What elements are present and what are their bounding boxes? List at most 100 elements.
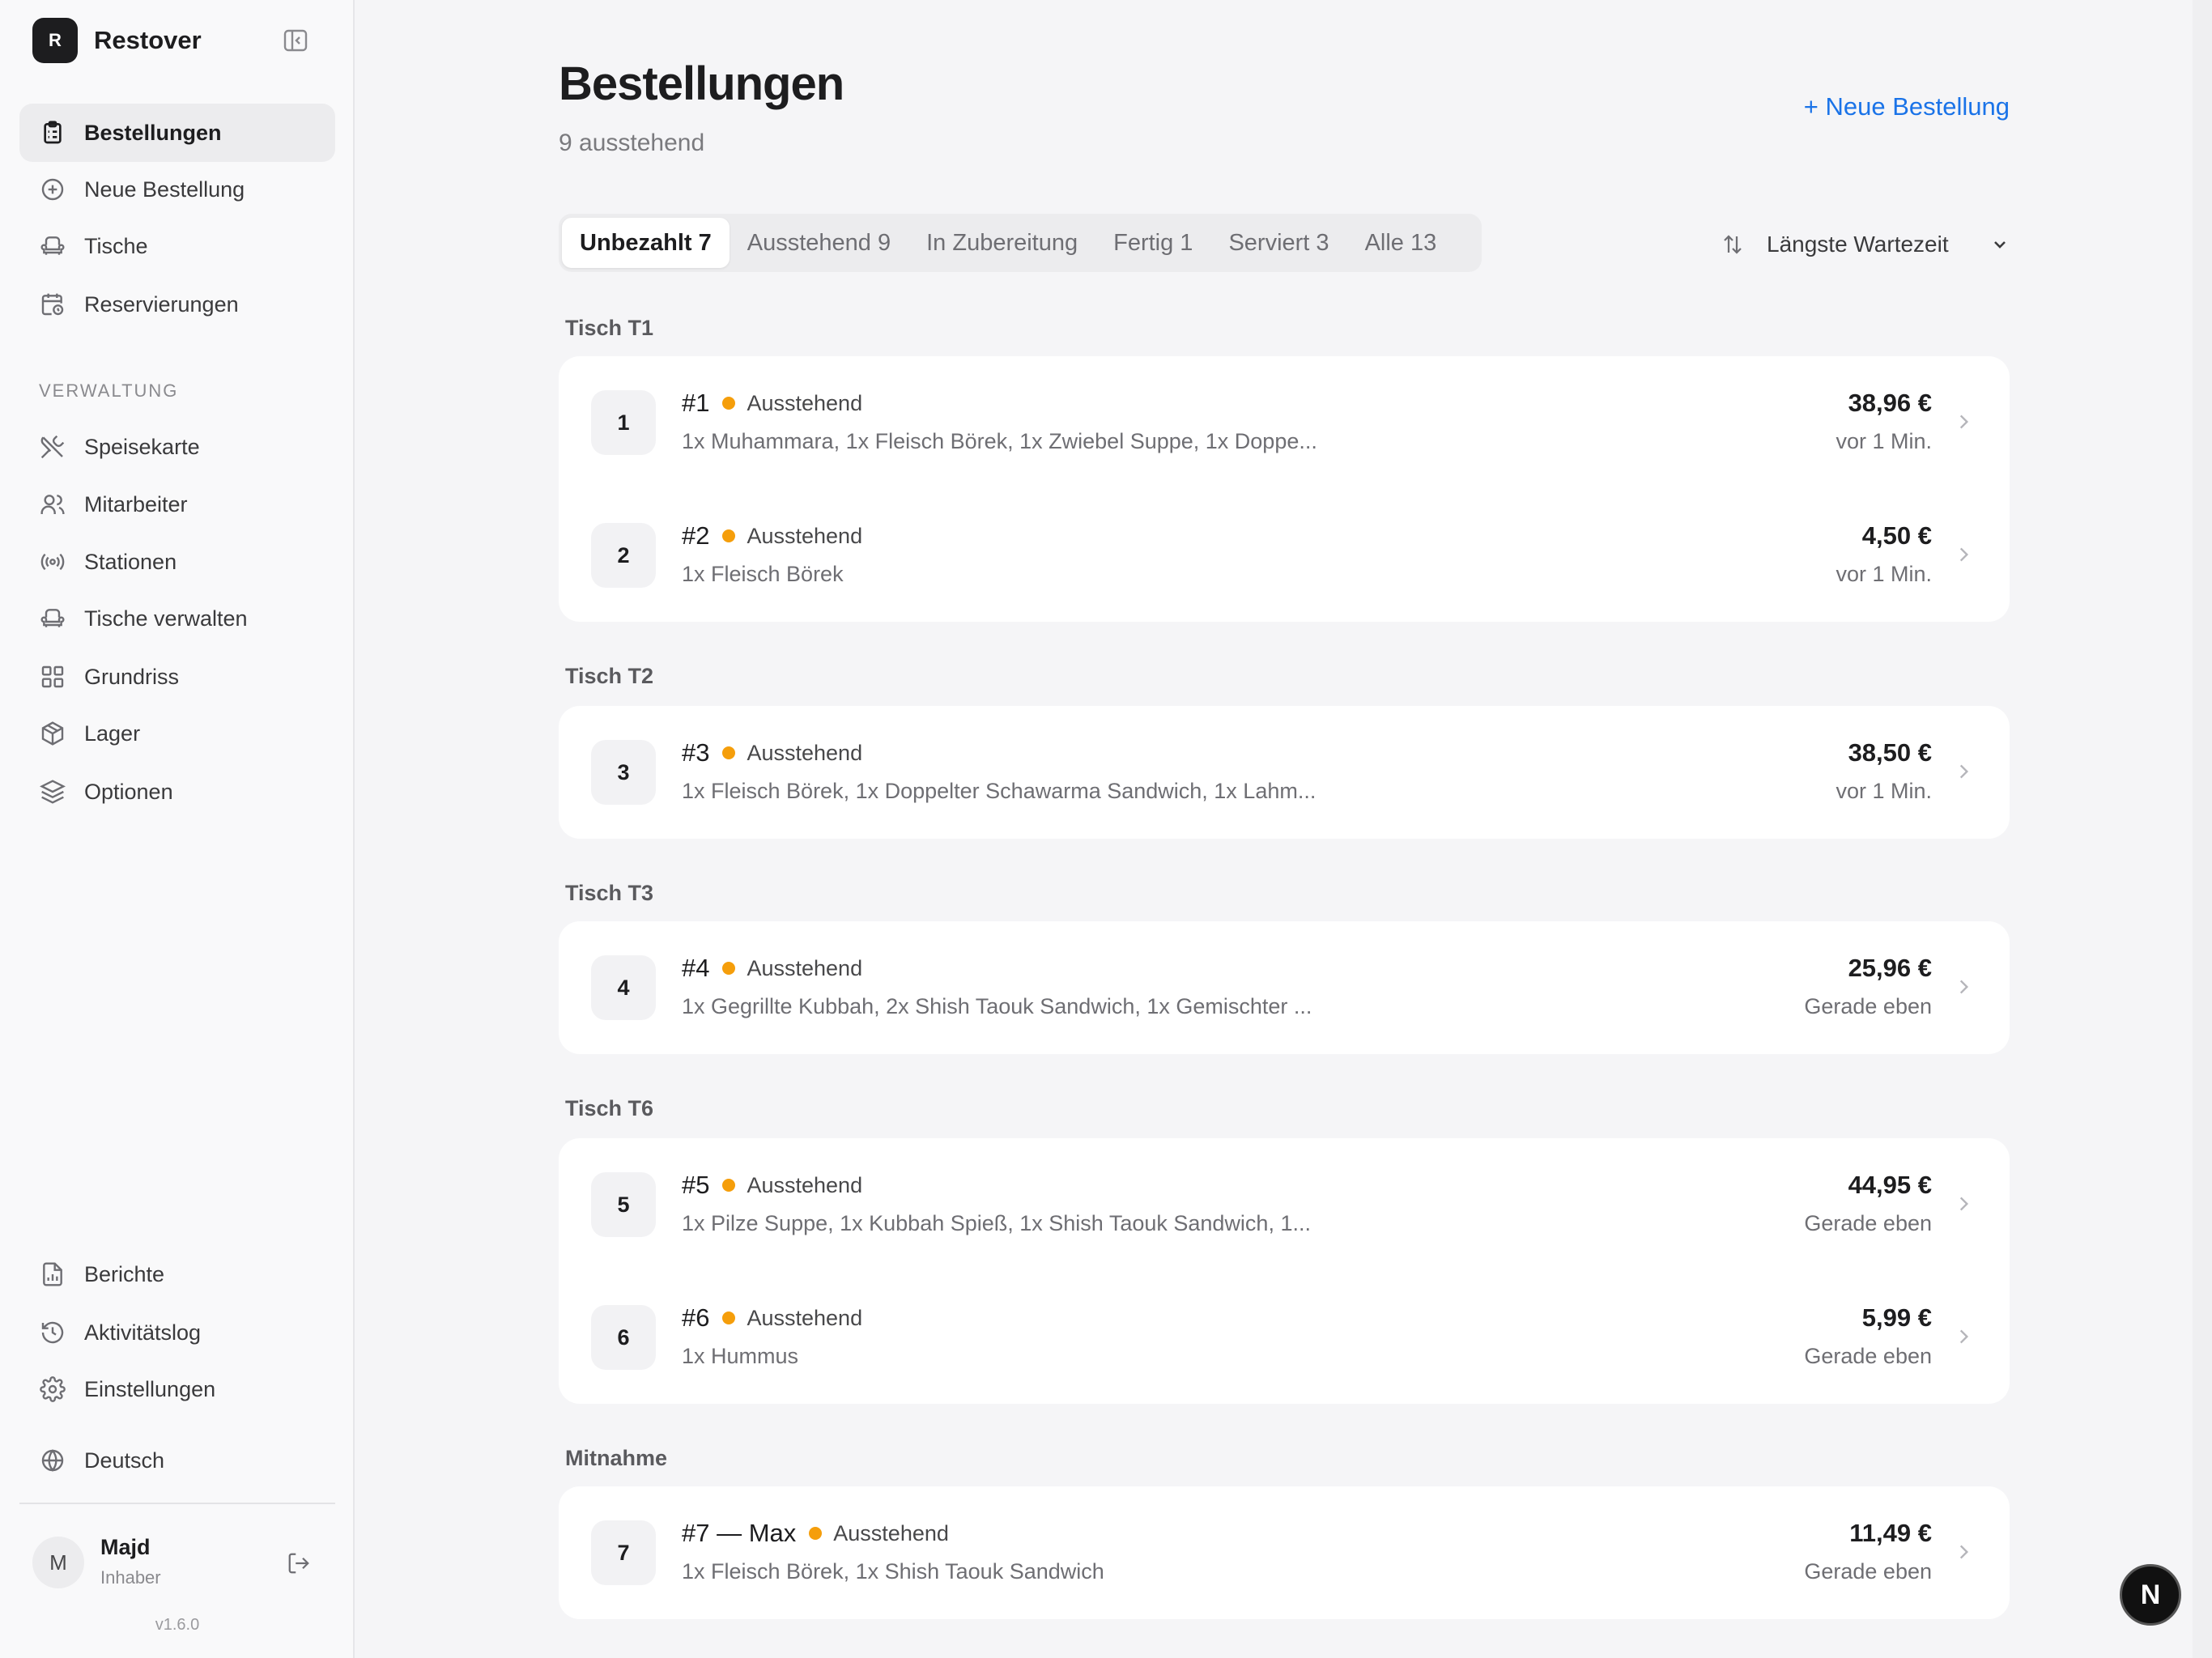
tab-in-zubereitung[interactable]: In Zubereitung bbox=[908, 218, 1095, 268]
status-dot bbox=[722, 962, 736, 975]
sidebar-item-tische-verwalten[interactable]: Tische verwalten bbox=[19, 589, 335, 648]
sidebar-item-label: Lager bbox=[84, 721, 141, 746]
sidebar-section-label: VERWALTUNG bbox=[39, 380, 179, 401]
order-row[interactable]: 2 #2 Ausstehend 1x Fleisch Börek 4,50 € … bbox=[559, 489, 2010, 622]
sidebar-item-neue-bestellung[interactable]: Neue Bestellung bbox=[19, 160, 335, 219]
order-row[interactable]: 5 #5 Ausstehend 1x Pilze Suppe, 1x Kubba… bbox=[559, 1138, 2010, 1271]
order-time: Gerade eben bbox=[1804, 1559, 1932, 1584]
sidebar-item-aktivitaetslog[interactable]: Aktivitätslog bbox=[19, 1303, 335, 1362]
sidebar-item-label: Stationen bbox=[84, 549, 177, 574]
sidebar-item-reservierungen[interactable]: Reservierungen bbox=[19, 275, 335, 334]
order-number-badge: 6 bbox=[591, 1305, 656, 1370]
globe-icon bbox=[39, 1447, 66, 1474]
status-badge: Ausstehend bbox=[747, 1305, 863, 1330]
order-time: Gerade eben bbox=[1804, 1211, 1932, 1235]
history-icon bbox=[39, 1319, 66, 1346]
order-id: #5 bbox=[682, 1171, 710, 1199]
order-time: Gerade eben bbox=[1804, 994, 1932, 1018]
clipboard-list-icon bbox=[39, 119, 66, 147]
sidebar-item-lager[interactable]: Lager bbox=[19, 704, 335, 763]
order-number-badge: 5 bbox=[591, 1172, 656, 1237]
status-dot bbox=[809, 1527, 823, 1540]
order-row[interactable]: 6 #6 Ausstehend 1x Hummus 5,99 € Gerade … bbox=[559, 1271, 2010, 1404]
group-label: Tisch T1 bbox=[565, 316, 654, 340]
order-number-badge: 3 bbox=[591, 740, 656, 805]
armchair-icon bbox=[39, 232, 66, 260]
order-items: 1x Fleisch Börek bbox=[682, 562, 844, 586]
order-row[interactable]: 3 #3 Ausstehend 1x Fleisch Börek, 1x Dop… bbox=[559, 706, 2010, 839]
avatar[interactable]: M bbox=[32, 1537, 84, 1588]
sidebar-item-speisekarte[interactable]: Speisekarte bbox=[19, 418, 335, 476]
calendar-clock-icon bbox=[39, 291, 66, 318]
sidebar-item-label: Tische verwalten bbox=[84, 606, 248, 631]
group-label: Tisch T3 bbox=[565, 881, 654, 905]
sidebar-item-einstellungen[interactable]: Einstellungen bbox=[19, 1360, 335, 1418]
sidebar-item-label: Reservierungen bbox=[84, 291, 239, 317]
order-time: vor 1 Min. bbox=[1836, 562, 1932, 586]
sidebar-item-label: Einstellungen bbox=[84, 1376, 216, 1401]
order-time: vor 1 Min. bbox=[1836, 779, 1932, 803]
sidebar-item-tische[interactable]: Tische bbox=[19, 217, 335, 275]
order-time: Gerade eben bbox=[1804, 1344, 1932, 1368]
sort-select[interactable]: Längste Wartezeit bbox=[1720, 227, 2011, 262]
sidebar-collapse-icon[interactable] bbox=[283, 29, 308, 52]
tab-serviert[interactable]: Serviert 3 bbox=[1210, 218, 1346, 268]
floating-dev-button[interactable]: N bbox=[2120, 1564, 2181, 1626]
order-header: #2 Ausstehend bbox=[682, 521, 862, 551]
brand[interactable]: R Restover bbox=[32, 18, 202, 63]
order-items: 1x Pilze Suppe, 1x Kubbah Spieß, 1x Shis… bbox=[682, 1211, 1311, 1235]
sidebar-item-label: Bestellungen bbox=[84, 120, 222, 145]
page-title: Bestellungen bbox=[559, 57, 844, 110]
status-badge: Ausstehend bbox=[747, 740, 863, 765]
order-items: 1x Hummus bbox=[682, 1344, 799, 1368]
order-id: #6 bbox=[682, 1303, 710, 1332]
tab-alle[interactable]: Alle 13 bbox=[1347, 218, 1455, 268]
sidebar-item-stationen[interactable]: Stationen bbox=[19, 533, 335, 591]
sidebar-item-mitarbeiter[interactable]: Mitarbeiter bbox=[19, 475, 335, 534]
order-id: #4 bbox=[682, 954, 710, 982]
order-items: 1x Fleisch Börek, 1x Shish Taouk Sandwic… bbox=[682, 1559, 1104, 1584]
status-dot bbox=[722, 397, 736, 410]
order-items: 1x Gegrillte Kubbah, 2x Shish Taouk Sand… bbox=[682, 994, 1312, 1018]
order-items: 1x Fleisch Börek, 1x Doppelter Schawarma… bbox=[682, 779, 1317, 803]
group-label: Tisch T2 bbox=[565, 664, 654, 688]
tab-unbezahlt[interactable]: Unbezahlt 7 bbox=[562, 218, 730, 268]
sidebar-item-berichte[interactable]: Berichte bbox=[19, 1245, 335, 1303]
status-dot bbox=[722, 746, 736, 759]
order-row[interactable]: 7 #7 — Max Ausstehend 1x Fleisch Börek, … bbox=[559, 1486, 2010, 1619]
sidebar-item-grundriss[interactable]: Grundriss bbox=[19, 648, 335, 706]
order-number-badge: 7 bbox=[591, 1520, 656, 1585]
gear-icon bbox=[39, 1375, 66, 1403]
status-badge: Ausstehend bbox=[747, 1172, 863, 1197]
order-number-badge: 2 bbox=[591, 523, 656, 588]
chevron-right-icon bbox=[1951, 542, 1976, 567]
radio-tower-icon bbox=[39, 548, 66, 576]
sidebar-item-bestellungen[interactable]: Bestellungen bbox=[19, 104, 335, 162]
sidebar-item-optionen[interactable]: Optionen bbox=[19, 763, 335, 821]
language-selector[interactable]: Deutsch bbox=[19, 1431, 335, 1490]
order-price: 38,96 € bbox=[1848, 389, 1932, 417]
plus-circle-icon bbox=[39, 176, 66, 203]
brand-logo: R bbox=[32, 18, 78, 63]
order-number-badge: 4 bbox=[591, 955, 656, 1020]
logout-icon[interactable] bbox=[285, 1550, 313, 1577]
sidebar-item-label: Mitarbeiter bbox=[84, 491, 188, 517]
tab-ausstehend[interactable]: Ausstehend 9 bbox=[730, 218, 908, 268]
order-row[interactable]: 1 #1 Ausstehend 1x Muhammara, 1x Fleisch… bbox=[559, 356, 2010, 489]
grid-icon bbox=[39, 663, 66, 691]
file-chart-icon bbox=[39, 1261, 66, 1288]
status-badge: Ausstehend bbox=[747, 955, 863, 980]
order-card: 1 #1 Ausstehend 1x Muhammara, 1x Fleisch… bbox=[559, 356, 2010, 622]
order-price: 11,49 € bbox=[1849, 1519, 1932, 1547]
scrollbar[interactable] bbox=[2193, 0, 2212, 1658]
page-subtitle: 9 ausstehend bbox=[559, 130, 705, 156]
new-order-button[interactable]: + Neue Bestellung bbox=[1804, 92, 2010, 121]
sidebar-item-label: Optionen bbox=[84, 779, 173, 804]
sidebar-item-label: Aktivitätslog bbox=[84, 1320, 202, 1345]
order-header: #3 Ausstehend bbox=[682, 738, 862, 767]
user-name: Majd bbox=[100, 1535, 151, 1559]
order-row[interactable]: 4 #4 Ausstehend 1x Gegrillte Kubbah, 2x … bbox=[559, 921, 2010, 1054]
tab-fertig[interactable]: Fertig 1 bbox=[1095, 218, 1210, 268]
order-price: 5,99 € bbox=[1861, 1303, 1932, 1332]
sidebar: R Restover Bestellungen Neue Bestellung … bbox=[0, 0, 355, 1658]
